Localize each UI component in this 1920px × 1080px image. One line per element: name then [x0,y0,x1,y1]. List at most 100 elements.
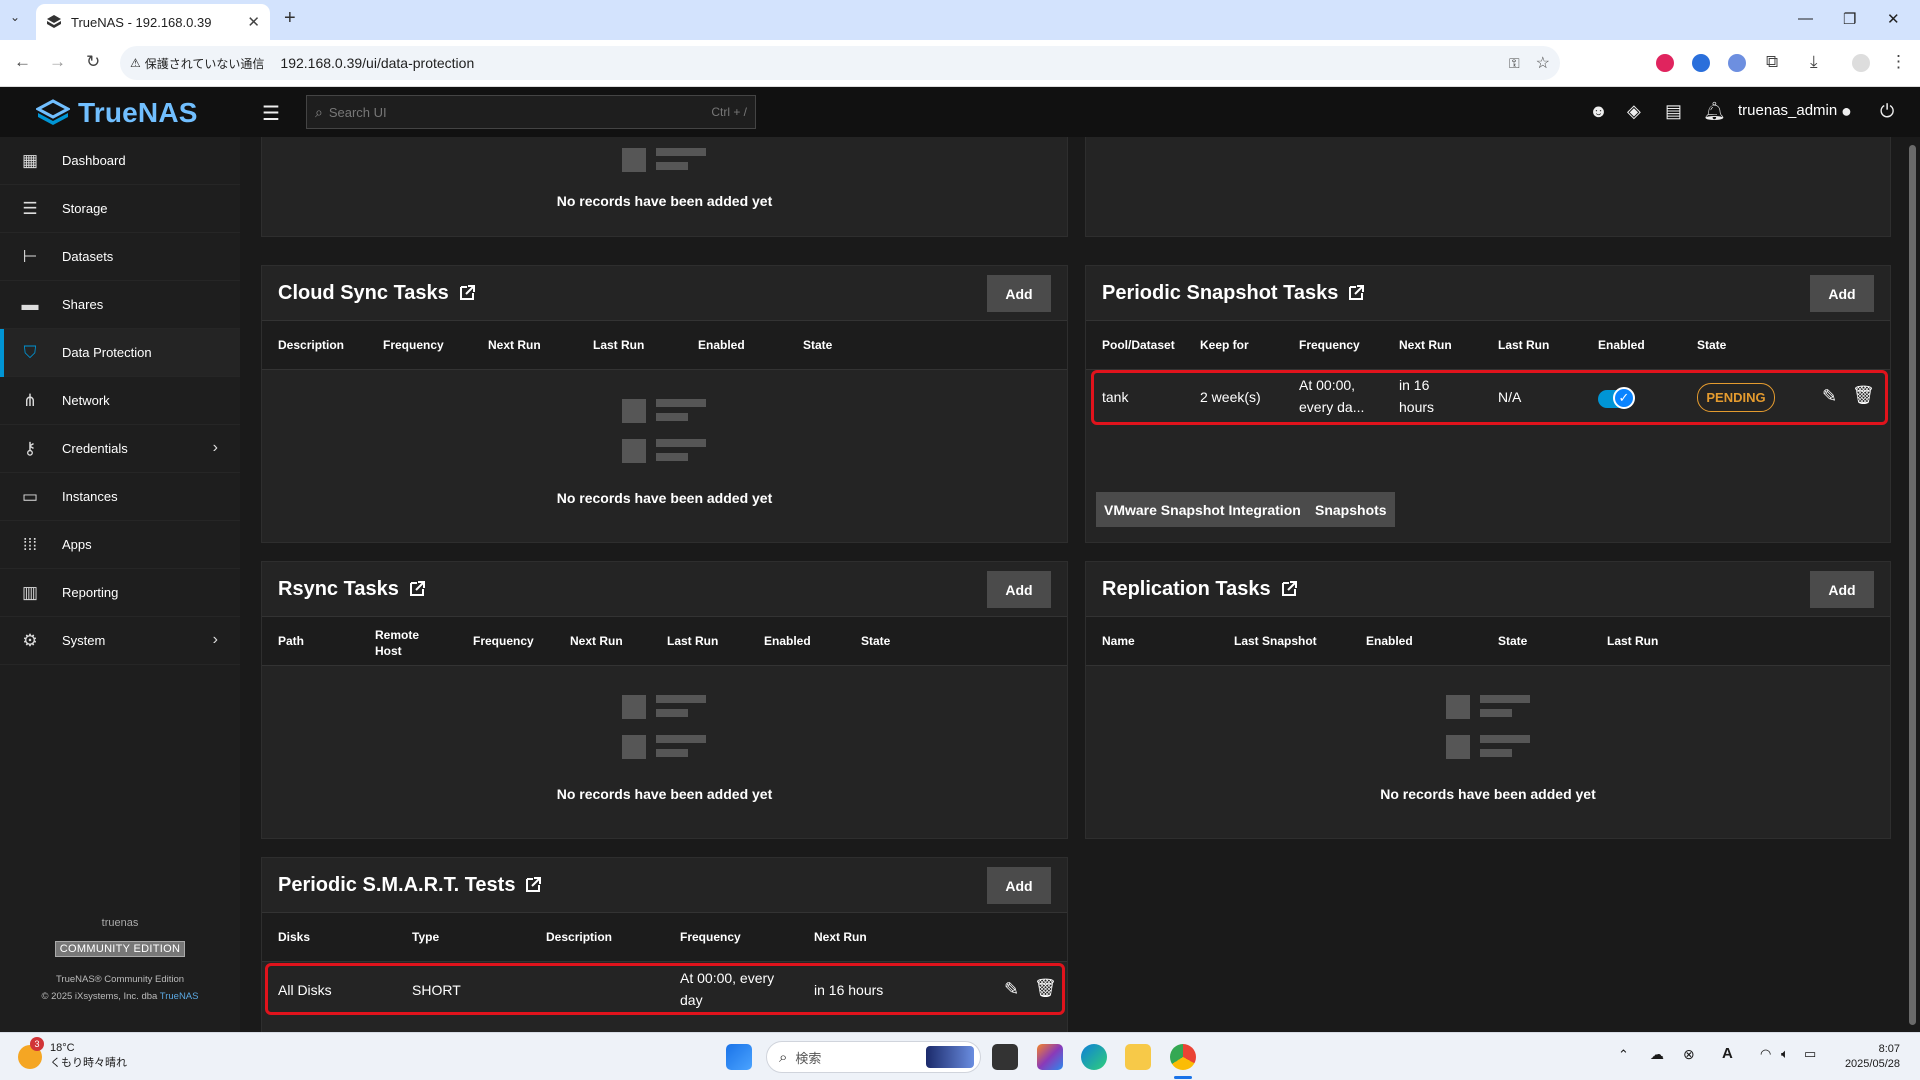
windows-start-icon[interactable] [726,1044,752,1070]
column-header[interactable]: Keep for [1200,338,1249,352]
column-header[interactable]: Frequency [680,930,741,944]
extension-icon[interactable] [1728,54,1746,72]
browser-menu-icon[interactable]: ⋮ [1890,52,1907,72]
column-header[interactable]: State [861,634,890,648]
username[interactable]: truenas_admin [1738,102,1837,119]
battery-icon[interactable]: ▭ [1804,1046,1816,1062]
snapshots-button[interactable]: Snapshots [1307,492,1395,527]
wifi-icon[interactable]: ◠ [1760,1046,1771,1062]
close-window-icon[interactable]: ✕ [1887,10,1900,28]
tab-close-icon[interactable]: ✕ [247,13,260,31]
column-header[interactable]: Path [278,634,304,648]
column-header[interactable]: Name [1102,634,1135,648]
ime-indicator-icon[interactable]: A [1722,1045,1733,1062]
sidebar-item-reporting[interactable]: ▥ Reporting [0,569,240,617]
system-clock[interactable]: 8:07 2025/05/28 [1845,1042,1900,1072]
column-header[interactable]: Frequency [1299,338,1360,352]
replication-title[interactable]: Replication Tasks [1102,578,1271,601]
enabled-toggle[interactable]: ✓ [1598,387,1635,409]
page-scrollbar[interactable] [1905,137,1920,1032]
column-header[interactable]: Disks [278,930,310,944]
add-button[interactable]: Add [1810,275,1874,312]
add-button[interactable]: Add [987,867,1051,904]
column-header[interactable]: Last Run [1498,338,1549,352]
column-header[interactable]: Last Run [667,634,718,648]
column-header[interactable]: Frequency [473,634,534,648]
column-header[interactable]: Next Run [570,634,623,648]
hamburger-menu-icon[interactable]: ☰ [262,101,280,126]
sidebar-item-credentials[interactable]: ⚷ Credentials › [0,425,240,473]
feedback-smiley-icon[interactable]: ☻ [1589,101,1608,122]
power-icon[interactable]: ⏻ [1880,101,1894,122]
pocket-extension-icon[interactable] [1656,54,1674,72]
tab-list-chevron-icon[interactable]: ⌄ [10,10,20,24]
column-header[interactable]: Next Run [814,930,867,944]
column-header[interactable]: Enabled [1366,634,1413,648]
notifications-bell-icon[interactable]: 🔔︎ [1703,101,1726,122]
truecommand-icon[interactable]: ◈ [1627,101,1641,122]
scrollbar-thumb[interactable] [1909,145,1916,1025]
sidebar-item-network[interactable]: ⋔ Network [0,377,240,425]
column-header[interactable]: Enabled [1598,338,1645,352]
weather-widget[interactable]: 3 18°C くもり時々晴れ [18,1037,127,1071]
chrome-icon[interactable] [1170,1044,1196,1070]
security-chip[interactable]: ⚠ 保護されていない通信 [130,55,264,72]
vmware-snapshot-integration-button[interactable]: VMware Snapshot Integration [1096,492,1309,527]
restore-icon[interactable]: ❐ [1843,10,1856,28]
extensions-puzzle-icon[interactable]: ⧉ [1766,52,1778,72]
edit-pencil-icon[interactable]: ✎ [1822,386,1837,407]
rsync-title[interactable]: Rsync Tasks [278,578,399,601]
account-circle-icon[interactable]: ● [1841,101,1852,122]
truenas-link[interactable]: TrueNAS [160,991,199,1002]
column-header[interactable]: Last Run [593,338,644,352]
column-header[interactable]: Description [546,930,612,944]
column-header[interactable]: Next Run [488,338,541,352]
minimize-icon[interactable]: — [1798,10,1813,27]
external-link-icon[interactable] [1280,580,1298,598]
truenas-logo[interactable]: TrueNAS [36,97,198,129]
column-header[interactable]: Type [412,930,439,944]
forward-icon[interactable]: → [49,52,66,72]
browser-tab[interactable]: TrueNAS - 192.168.0.39 ✕ [36,4,270,40]
copilot-icon[interactable] [1037,1044,1063,1070]
edge-browser-icon[interactable] [1081,1044,1107,1070]
periodic-snapshot-title[interactable]: Periodic Snapshot Tasks [1102,282,1338,305]
password-key-icon[interactable]: ⚿ [1509,55,1520,72]
delete-trash-icon[interactable]: 🗑︎ [1034,978,1057,999]
edit-pencil-icon[interactable]: ✎ [1004,979,1019,1000]
sidebar-item-datasets[interactable]: ⊢ Datasets [0,233,240,281]
sidebar-item-data-protection[interactable]: ⛉ Data Protection [0,329,240,377]
column-header[interactable]: Last Snapshot [1234,634,1317,648]
extension-icon[interactable] [1692,54,1710,72]
column-header[interactable]: Enabled [698,338,745,352]
file-explorer-icon[interactable] [1125,1044,1151,1070]
sidebar-item-shares[interactable]: ▬ Shares [0,281,240,329]
add-button[interactable]: Add [987,275,1051,312]
column-header[interactable]: State [1697,338,1726,352]
profile-avatar-icon[interactable] [1852,54,1870,72]
sidebar-item-dashboard[interactable]: ▦ Dashboard [0,137,240,185]
search-input[interactable]: ⌕ Search UI Ctrl + / [306,95,756,129]
reload-icon[interactable]: ↻ [86,52,100,72]
smart-tests-title[interactable]: Periodic S.M.A.R.T. Tests [278,874,515,897]
onedrive-cloud-icon[interactable]: ☁ [1650,1046,1664,1063]
sidebar-item-apps[interactable]: ⁞⁞⁞ Apps [0,521,240,569]
column-header[interactable]: Remote Host [375,627,419,659]
tray-chevron-up-icon[interactable]: ⌃ [1618,1047,1629,1063]
column-header[interactable]: State [1498,634,1527,648]
table-row-highlight[interactable] [265,963,1065,1015]
column-header[interactable]: Enabled [764,634,811,648]
task-view-icon[interactable] [992,1044,1018,1070]
sidebar-item-storage[interactable]: ☰ Storage [0,185,240,233]
column-header[interactable]: Frequency [383,338,444,352]
new-tab-icon[interactable]: + [284,7,296,30]
external-link-icon[interactable] [408,580,426,598]
external-link-icon[interactable] [1347,284,1365,302]
url-field[interactable]: ⚠ 保護されていない通信 192.168.0.39/ui/data-protec… [120,46,1560,80]
add-button[interactable]: Add [987,571,1051,608]
cloud-sync-title[interactable]: Cloud Sync Tasks [278,282,449,305]
external-link-icon[interactable] [524,876,542,894]
download-icon[interactable]: ⤓ [1810,52,1818,72]
column-header[interactable]: Description [278,338,344,352]
sidebar-item-system[interactable]: ⚙ System › [0,617,240,665]
